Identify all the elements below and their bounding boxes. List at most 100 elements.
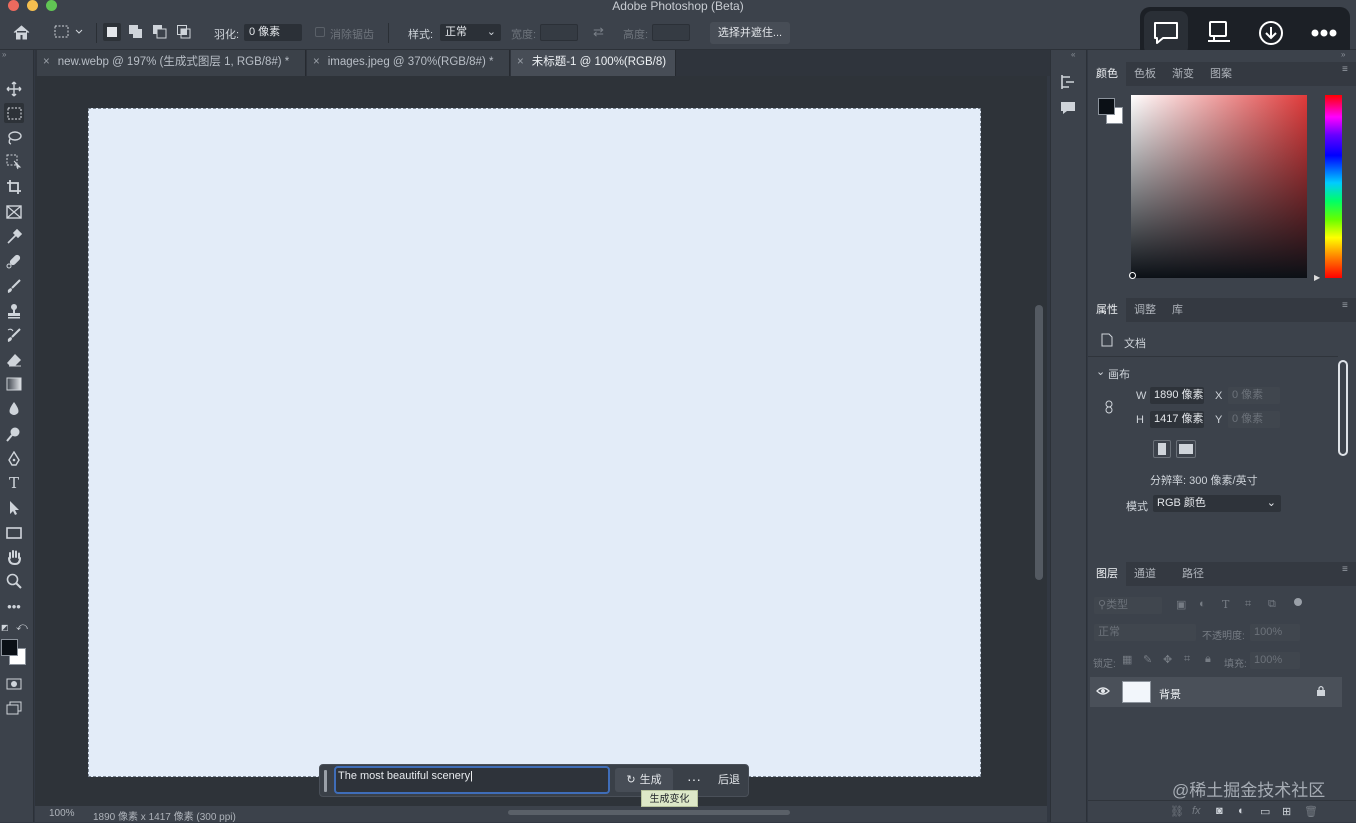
- canvas-x-input[interactable]: 0 像素: [1228, 387, 1280, 404]
- eyedropper-tool[interactable]: [4, 227, 24, 247]
- horizontal-scrollbar[interactable]: [508, 810, 790, 815]
- clone-stamp-tool[interactable]: [4, 301, 24, 321]
- comments-panel-button[interactable]: [1060, 100, 1076, 119]
- foreground-color-swatch[interactable]: [1098, 98, 1115, 115]
- opacity-input[interactable]: 100%: [1250, 624, 1300, 641]
- layer-name[interactable]: 背景: [1159, 686, 1181, 702]
- more-options-button[interactable]: ···: [680, 768, 708, 792]
- lock-transparent-icon[interactable]: ▦: [1122, 653, 1132, 666]
- feather-input[interactable]: 0 像素: [244, 24, 302, 41]
- eraser-tool[interactable]: [4, 350, 24, 370]
- vertical-scrollbar[interactable]: [1035, 305, 1043, 580]
- more-options-button[interactable]: [1302, 11, 1346, 55]
- intersect-selection-button[interactable]: [175, 23, 193, 41]
- history-brush-tool[interactable]: [4, 325, 24, 345]
- color-picker-handle[interactable]: [1129, 272, 1136, 279]
- rectangle-marquee-tool[interactable]: [4, 103, 24, 123]
- document-canvas[interactable]: [88, 108, 981, 777]
- brush-tool[interactable]: [4, 276, 24, 296]
- zoom-level[interactable]: 100%: [49, 808, 75, 819]
- document-tab[interactable]: × new.webp @ 197% (生成式图层 1, RGB/8#) *: [37, 50, 306, 76]
- foreground-color-swatch[interactable]: [1, 639, 18, 656]
- pixel-filter-icon[interactable]: ▣: [1176, 598, 1186, 611]
- layer-filter-select[interactable]: ⚲类型: [1094, 597, 1162, 614]
- height-input[interactable]: [652, 24, 690, 41]
- link-layers-icon[interactable]: ⛓: [1170, 805, 1184, 818]
- layer-thumbnail[interactable]: [1122, 681, 1151, 703]
- portrait-orientation-button[interactable]: [1153, 440, 1171, 458]
- adjustment-filter-icon[interactable]: ◐: [1199, 598, 1206, 610]
- home-button[interactable]: [10, 23, 32, 41]
- new-selection-button[interactable]: [103, 23, 121, 41]
- document-tab-active[interactable]: × 未标题-1 @ 100%(RGB/8): [511, 50, 676, 76]
- properties-scrollbar[interactable]: [1338, 360, 1348, 456]
- tab-properties[interactable]: 属性: [1088, 298, 1126, 322]
- generate-button[interactable]: ↻ 生成: [615, 768, 673, 792]
- blur-tool[interactable]: [4, 399, 24, 419]
- tab-libraries[interactable]: 库: [1164, 298, 1191, 322]
- type-tool[interactable]: T: [4, 473, 24, 493]
- antialias-checkbox[interactable]: [315, 27, 325, 37]
- collapse-icon[interactable]: »: [2, 50, 6, 59]
- lock-artboard-icon[interactable]: ⌗: [1184, 653, 1190, 666]
- blend-mode-select[interactable]: 正常: [1094, 624, 1196, 641]
- lasso-tool[interactable]: [4, 128, 24, 148]
- add-mask-icon[interactable]: ◙: [1216, 805, 1223, 817]
- lock-all-icon[interactable]: 🔒︎: [1205, 653, 1211, 666]
- eye-icon[interactable]: [1096, 686, 1110, 699]
- more-tools-button[interactable]: •••: [4, 596, 24, 616]
- tab-channels[interactable]: 通道: [1126, 562, 1164, 586]
- fx-icon[interactable]: fx: [1192, 805, 1201, 817]
- close-tab-icon[interactable]: ×: [517, 56, 524, 68]
- filter-toggle[interactable]: [1294, 598, 1302, 606]
- swap-dimensions-icon[interactable]: ⇄: [593, 24, 604, 40]
- tab-swatches[interactable]: 色板: [1126, 62, 1164, 86]
- close-tab-icon[interactable]: ×: [43, 56, 50, 68]
- delete-layer-icon[interactable]: 🗑︎: [1304, 805, 1318, 818]
- history-panel-button[interactable]: [1060, 73, 1076, 94]
- lock-position-icon[interactable]: ✥: [1163, 653, 1172, 666]
- new-group-icon[interactable]: ▭: [1260, 805, 1270, 818]
- panel-menu-icon[interactable]: ≡: [1342, 65, 1352, 75]
- add-to-selection-button[interactable]: [127, 23, 145, 41]
- pen-tool[interactable]: [4, 449, 24, 469]
- fill-input[interactable]: 100%: [1250, 652, 1300, 669]
- download-button[interactable]: [1249, 11, 1293, 55]
- canvas-y-input[interactable]: 0 像素: [1228, 411, 1280, 428]
- hue-slider-handle[interactable]: ▶: [1314, 273, 1320, 282]
- zoom-tool[interactable]: [4, 571, 24, 591]
- generative-prompt-input[interactable]: The most beautiful scenery|: [334, 766, 610, 794]
- lock-image-icon[interactable]: ✎: [1143, 653, 1152, 666]
- default-colors-icon[interactable]: ◩: [1, 623, 9, 632]
- marquee-preset-picker[interactable]: [51, 23, 87, 41]
- link-icon[interactable]: [1104, 400, 1114, 417]
- document-tab[interactable]: × images.jpeg @ 370%(RGB/8#) *: [307, 50, 510, 76]
- new-adjustment-icon[interactable]: ◐: [1238, 805, 1245, 817]
- tab-adjustments[interactable]: 调整: [1126, 298, 1164, 322]
- tab-color[interactable]: 颜色: [1088, 62, 1126, 86]
- tab-patterns[interactable]: 图案: [1202, 62, 1240, 86]
- document-info[interactable]: 1890 像素 x 1417 像素 (300 ppi): [93, 808, 236, 823]
- smart-object-filter-icon[interactable]: ⧉: [1268, 598, 1276, 611]
- canvas-height-input[interactable]: 1417 像素: [1150, 411, 1204, 428]
- new-layer-icon[interactable]: ⊞: [1282, 805, 1291, 818]
- type-filter-icon[interactable]: T: [1222, 598, 1229, 611]
- chevron-down-icon[interactable]: ⌄: [1096, 365, 1105, 378]
- move-tool[interactable]: [4, 79, 24, 99]
- style-select[interactable]: 正常 ⌄: [440, 24, 501, 41]
- panel-menu-icon[interactable]: ≡: [1342, 301, 1352, 311]
- undo-button[interactable]: 后退: [712, 768, 746, 792]
- collapse-icon[interactable]: »: [1341, 50, 1345, 59]
- crop-tool[interactable]: [4, 177, 24, 197]
- spot-healing-tool[interactable]: [4, 251, 24, 271]
- width-input[interactable]: [540, 24, 578, 41]
- rectangle-tool[interactable]: [4, 523, 24, 543]
- gradient-tool[interactable]: [4, 374, 24, 394]
- select-and-mask-button[interactable]: 选择并遮住...: [710, 22, 790, 44]
- panel-menu-icon[interactable]: ≡: [1342, 565, 1352, 575]
- frame-tool[interactable]: [4, 202, 24, 222]
- screen-mode-button[interactable]: [4, 698, 24, 718]
- landscape-orientation-button[interactable]: [1176, 440, 1196, 458]
- subtract-from-selection-button[interactable]: [151, 23, 169, 41]
- lock-icon[interactable]: [1316, 685, 1326, 700]
